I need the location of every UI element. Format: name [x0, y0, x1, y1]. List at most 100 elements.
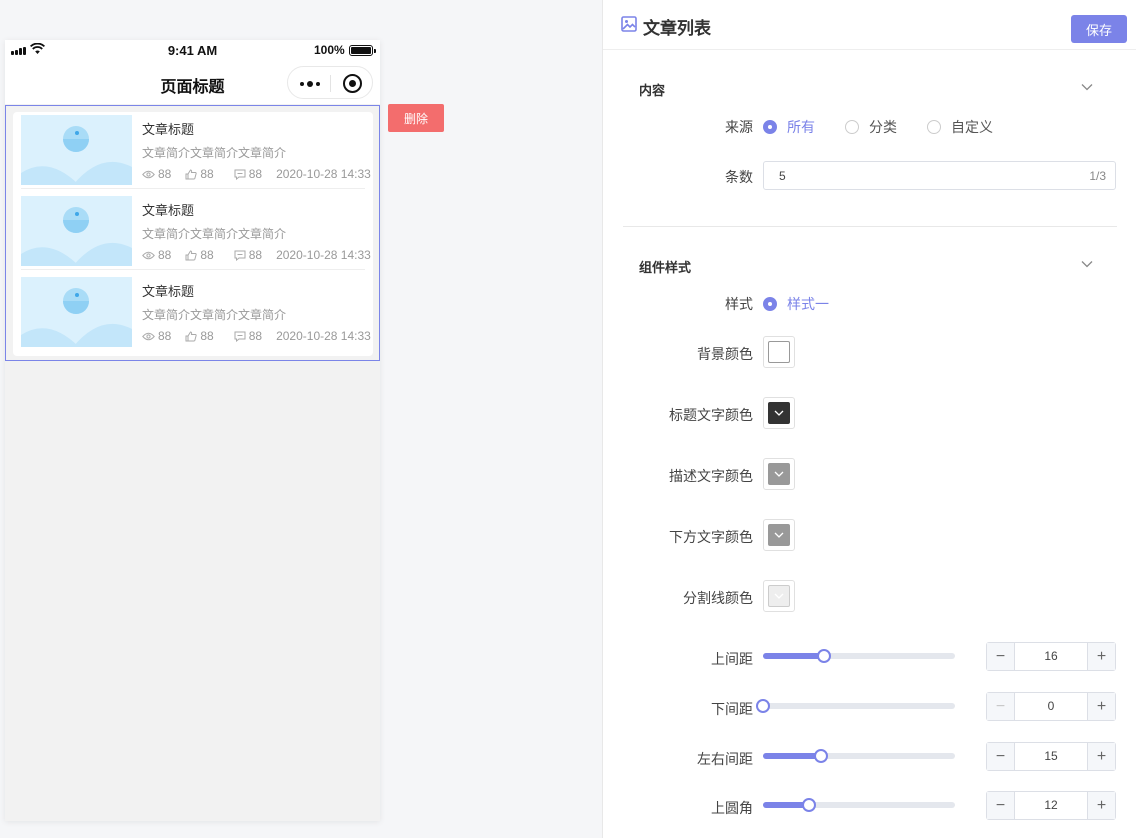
status-bar: 9:41 AM 100%: [5, 40, 380, 62]
comment-count: 88: [248, 329, 263, 343]
article-list: 文章标题 文章简介文章简介文章简介 88 88 88 2020-10-28 14:33 文章…: [13, 112, 373, 356]
stepper-value[interactable]: 16: [1015, 649, 1087, 663]
article-meta: 88 88 88 2020-10-28 14:33: [142, 248, 371, 262]
article-title: 文章标题: [142, 203, 195, 218]
article-item[interactable]: 文章标题 文章简介文章简介文章简介 88 88 88 2020-10-28 14:33: [21, 196, 371, 270]
count-value: 5: [779, 169, 786, 183]
chevron-down-icon[interactable]: [1081, 83, 1093, 91]
style-option-1[interactable]: 样式一: [763, 294, 829, 314]
close-target-icon[interactable]: [343, 74, 362, 93]
side-margin-stepper[interactable]: −15 +: [986, 742, 1116, 771]
thumb-up-icon: [185, 330, 198, 341]
eye-icon: [142, 332, 155, 340]
top-radius-slider[interactable]: [763, 798, 955, 812]
top-margin-label: 上间距: [711, 651, 753, 667]
article-meta: 88 88 88 2020-10-28 14:33: [142, 329, 371, 343]
minus-icon[interactable]: −: [987, 693, 1015, 720]
article-thumbnail: [21, 115, 132, 185]
top-margin-slider[interactable]: [763, 649, 955, 663]
comment-icon: [234, 250, 246, 261]
source-option-all[interactable]: 所有: [763, 117, 815, 137]
top-margin-stepper[interactable]: −16 +: [986, 642, 1116, 671]
article-date: 2020-10-28 14:33: [276, 329, 371, 343]
minus-icon[interactable]: −: [987, 643, 1015, 670]
article-title: 文章标题: [142, 284, 195, 299]
article-divider: [21, 188, 365, 189]
chevron-down-icon: [774, 593, 784, 599]
eye-icon: [142, 251, 155, 259]
article-desc: 文章简介文章简介文章简介: [142, 308, 287, 322]
divider-color-picker[interactable]: [763, 580, 795, 612]
title-color-picker[interactable]: [763, 397, 795, 429]
thumb-up-icon: [185, 168, 198, 179]
source-option-custom[interactable]: 自定义: [927, 117, 993, 137]
count-limit: 1/3: [1089, 169, 1106, 183]
article-item[interactable]: 文章标题文章简介文章简介文章简介 88 88 88 2020-10-28 14:33: [21, 115, 371, 189]
plus-icon[interactable]: +: [1087, 693, 1115, 720]
eye-icon: [142, 170, 155, 178]
stepper-value[interactable]: 15: [1015, 749, 1087, 763]
bottom-margin-stepper[interactable]: −0 +: [986, 692, 1116, 721]
minus-icon[interactable]: −: [987, 792, 1015, 819]
source-option-category[interactable]: 分类: [845, 117, 897, 137]
image-icon: [621, 16, 637, 32]
stepper-value[interactable]: 0: [1015, 699, 1087, 713]
chevron-down-icon: [774, 471, 784, 477]
mini-program-capsule: [287, 66, 373, 99]
bottom-margin-slider[interactable]: [756, 699, 955, 713]
article-desc: 文章简介文章简介文章简介: [142, 227, 287, 241]
view-count: 88: [158, 248, 172, 262]
source-label: 来源: [725, 119, 753, 135]
comment-count: 88: [248, 248, 263, 262]
slider-handle[interactable]: [817, 649, 832, 663]
plus-icon[interactable]: +: [1087, 743, 1115, 770]
phone-preview: 9:41 AM 100% 页面标题 文章标题 文章简介文章简介文章简介 88 88 88…: [5, 40, 380, 821]
more-icon[interactable]: [300, 81, 320, 87]
style-label: 样式: [725, 296, 753, 312]
slider-handle[interactable]: [756, 699, 770, 713]
plus-icon[interactable]: +: [1087, 792, 1115, 819]
article-divider: [21, 269, 365, 270]
article-thumbnail: [21, 196, 132, 266]
slider-handle[interactable]: [802, 798, 817, 812]
stepper-value[interactable]: 12: [1015, 798, 1087, 812]
plus-icon[interactable]: +: [1087, 643, 1115, 670]
article-title: 文章标题: [142, 122, 195, 137]
article-desc: 文章简介文章简介文章简介: [142, 146, 287, 160]
article-item[interactable]: 文章标题 文章简介文章简介文章简介 88 88 88 2020-10-28 14:33: [21, 277, 371, 347]
like-count: 88: [200, 329, 214, 343]
like-count: 88: [200, 167, 214, 181]
save-button[interactable]: 保存: [1071, 15, 1127, 43]
battery-percent: 100%: [314, 43, 345, 57]
count-field[interactable]: 5 1/3: [763, 161, 1116, 190]
comment-count: 88: [248, 167, 263, 181]
count-label: 条数: [725, 169, 753, 185]
top-radius-stepper[interactable]: −12 +: [986, 791, 1116, 820]
battery-icon: [349, 45, 376, 56]
article-date: 2020-10-28 14:33: [276, 248, 371, 262]
side-margin-label: 左右间距: [697, 751, 753, 767]
comment-icon: [234, 169, 246, 180]
section-title-style: 组件样式: [639, 260, 692, 275]
panel-title: 文章列表: [643, 19, 711, 38]
slider-handle[interactable]: [813, 749, 828, 763]
panel-header: 文章列表 保存: [603, 0, 1136, 50]
article-meta: 88 88 88 2020-10-28 14:33: [142, 167, 371, 181]
desc-color-picker[interactable]: [763, 458, 795, 490]
bottom-color-picker[interactable]: [763, 519, 795, 551]
side-margin-slider[interactable]: [763, 749, 955, 763]
comment-icon: [234, 331, 246, 342]
nav-bar: 页面标题: [5, 62, 380, 104]
title-color-label: 标题文字颜色: [669, 407, 753, 423]
section-divider: [623, 226, 1117, 227]
chevron-down-icon[interactable]: [1081, 260, 1093, 268]
article-list-component[interactable]: 文章标题 文章简介文章简介文章简介 88 88 88 2020-10-28 14:33 文章…: [5, 105, 380, 361]
article-date: 2020-10-28 14:33: [276, 167, 371, 181]
top-radius-label: 上圆角: [711, 800, 753, 816]
desc-color-label: 描述文字颜色: [669, 468, 753, 484]
view-count: 88: [158, 167, 172, 181]
bg-color-picker[interactable]: [763, 336, 795, 368]
minus-icon[interactable]: −: [987, 743, 1015, 770]
delete-button[interactable]: 删除: [388, 104, 444, 132]
article-thumbnail: [21, 277, 132, 347]
